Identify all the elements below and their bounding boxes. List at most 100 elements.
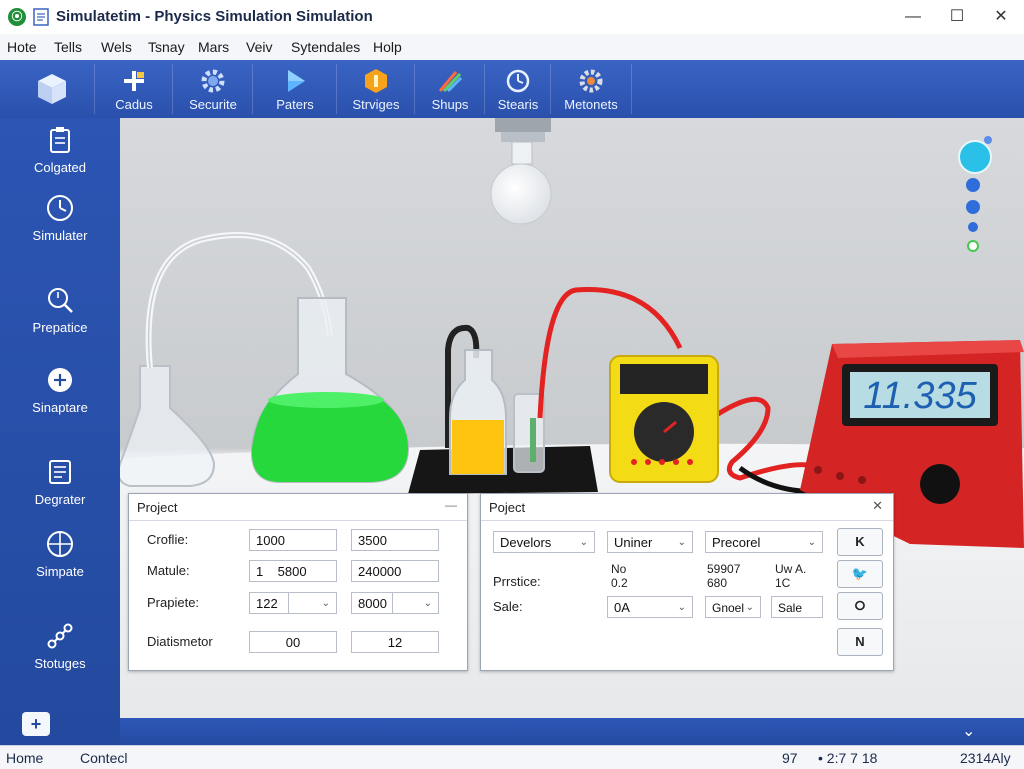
n-button[interactable]: N [837,628,883,656]
chevron-down-icon[interactable]: ⌄ [962,721,975,741]
document-icon [49,460,71,484]
minimize-button[interactable]: — [902,6,924,28]
ribbon-strviges-button[interactable]: Strviges [336,64,415,114]
viewport-control-button[interactable] [958,140,992,174]
sidebar: Colgated Simulater Prepatice Sinaptare D… [0,118,121,745]
ribbon-cube-button[interactable] [10,64,94,114]
panel-header: Poject ✕ [481,494,893,521]
sidebar-item-simpate[interactable]: Simpate [0,530,120,594]
chevron-down-icon: ⌄ [321,598,330,609]
ribbon-label: Shups [431,97,469,112]
menu-item-tells[interactable]: Tells [54,39,82,55]
status-contecl-link[interactable]: Contecl [80,750,127,766]
select-value: Gnoel [712,601,745,615]
field-label-croflie: Croflie: [147,532,189,547]
ribbon-label: Cadus [115,97,153,112]
status-count: 97 [782,750,798,766]
clipboard-icon [50,127,70,153]
sale-select[interactable]: 0A ⌄ [607,596,693,618]
sidebar-item-label: Colgated [33,160,87,175]
close-button[interactable]: ✕ [990,6,1012,28]
simulation-viewport[interactable]: 11.335 Project — Croflie: 1000 3500 Matu… [120,118,1024,718]
sidebar-item-degrater[interactable]: Degrater [0,458,120,522]
menu-item-mars[interactable]: Mars [198,39,229,55]
ribbon-label: Securite [189,97,237,112]
gear-icon [201,69,225,93]
chart-icon [438,71,463,93]
yellow-beaker [449,349,507,475]
ribbon-stearis-button[interactable]: Stearis [484,64,551,114]
panel-collapse-button[interactable]: — [445,498,457,512]
matule-input-2[interactable]: 240000 [351,560,439,582]
select-value: 8000 [358,596,387,611]
notification-dot [984,136,992,144]
plus-circle-icon [48,368,72,392]
sale-input[interactable]: Sale [771,596,823,618]
sidebar-item-stotuges[interactable]: Stotuges [0,622,120,686]
menu-item-veiv[interactable]: Veiv [246,39,272,55]
value-680: 680 [707,576,728,590]
menu-item-holp[interactable]: Holp [373,39,402,55]
menu-item-wels[interactable]: Wels [101,39,132,55]
status-home-link[interactable]: Home [6,750,43,766]
gnoel-select[interactable]: Gnoel ⌄ [705,596,761,618]
bird-icon-button[interactable]: 🐦 [837,560,883,588]
circle-icon: ⭘ [854,598,866,613]
develors-dropdown[interactable]: Develors ⌄ [493,531,595,553]
chevron-down-icon: ⌄ [423,598,432,609]
document-icon [33,8,49,26]
panel-title: Project [137,500,178,515]
value-0-2: 0.2 [611,576,628,590]
add-button[interactable]: + [22,712,50,736]
select-value: 122 [256,596,278,611]
sidebar-item-label: Sinaptare [32,400,88,415]
chevron-down-icon: ⌄ [579,537,588,548]
sidebar-item-colgated[interactable]: Colgated [0,126,120,190]
chevron-down-icon: ⌄ [745,602,754,613]
control-dot-1[interactable] [966,178,980,192]
magnifier-icon [48,288,73,313]
croflie-input-1[interactable]: 1000 [249,529,337,551]
prapiete-select-2[interactable]: 8000 ⌄ [351,592,439,614]
field-label-diatismetor: Diatismetor [147,634,213,649]
matule-input-1[interactable]: 1 5800 [249,560,337,582]
globe-icon [47,531,73,557]
circle-icon-button[interactable]: ⭘ [837,592,883,620]
value-no: No [611,562,627,576]
uniner-dropdown[interactable]: Uniner ⌄ [607,531,693,553]
status-time: • 2:7 7 18 [818,750,878,766]
ribbon-securite-button[interactable]: Securite [172,64,253,114]
croflie-input-2[interactable]: 3500 [351,529,439,551]
project-panel-left: Project — Croflie: 1000 3500 Matule: 1 5… [128,493,468,671]
control-dot-2[interactable] [966,200,980,214]
sidebar-item-prepatice[interactable]: Prepatice [0,286,120,350]
ribbon-label: Paters [276,97,314,112]
menu-item-hote[interactable]: Hote [7,39,37,55]
field-label-matule: Matule: [147,563,190,578]
value-59907: 59907 [707,562,741,576]
sidebar-item-simulater[interactable]: Simulater [0,194,120,258]
precorel-dropdown[interactable]: Precorel ⌄ [705,531,823,553]
ribbon-paters-button[interactable]: Paters [252,64,337,114]
sidebar-item-label: Simpate [36,564,84,579]
maximize-button[interactable]: ☐ [946,6,968,28]
ribbon-metonets-button[interactable]: Metonets [550,64,632,114]
value-uw-a: Uw A. [775,562,807,576]
control-dot-3[interactable] [968,222,978,232]
clock-icon [47,195,73,221]
ribbon-shups-button[interactable]: Shups [414,64,485,114]
select-divider [392,593,393,613]
menu-item-sytendales[interactable]: Sytendales [291,39,360,55]
ribbon-cadus-button[interactable]: Cadus [94,64,173,114]
k-button[interactable]: K [837,528,883,556]
diatismetor-input-1[interactable]: 00 [249,631,337,653]
chevron-down-icon: ⌄ [677,537,686,548]
sidebar-item-sinaptare[interactable]: Sinaptare [0,366,120,430]
diatismetor-input-2[interactable]: 12 [351,631,439,653]
menu-item-tsnay[interactable]: Tsnay [148,39,185,55]
sale-label: Sale: [493,599,523,614]
menu-bar: Hote Tells Wels Tsnay Mars Veiv Sytendal… [0,34,1024,61]
panel-close-button[interactable]: ✕ [872,498,883,514]
prapiete-select-1[interactable]: 122 ⌄ [249,592,337,614]
control-dot-4[interactable] [967,240,979,252]
